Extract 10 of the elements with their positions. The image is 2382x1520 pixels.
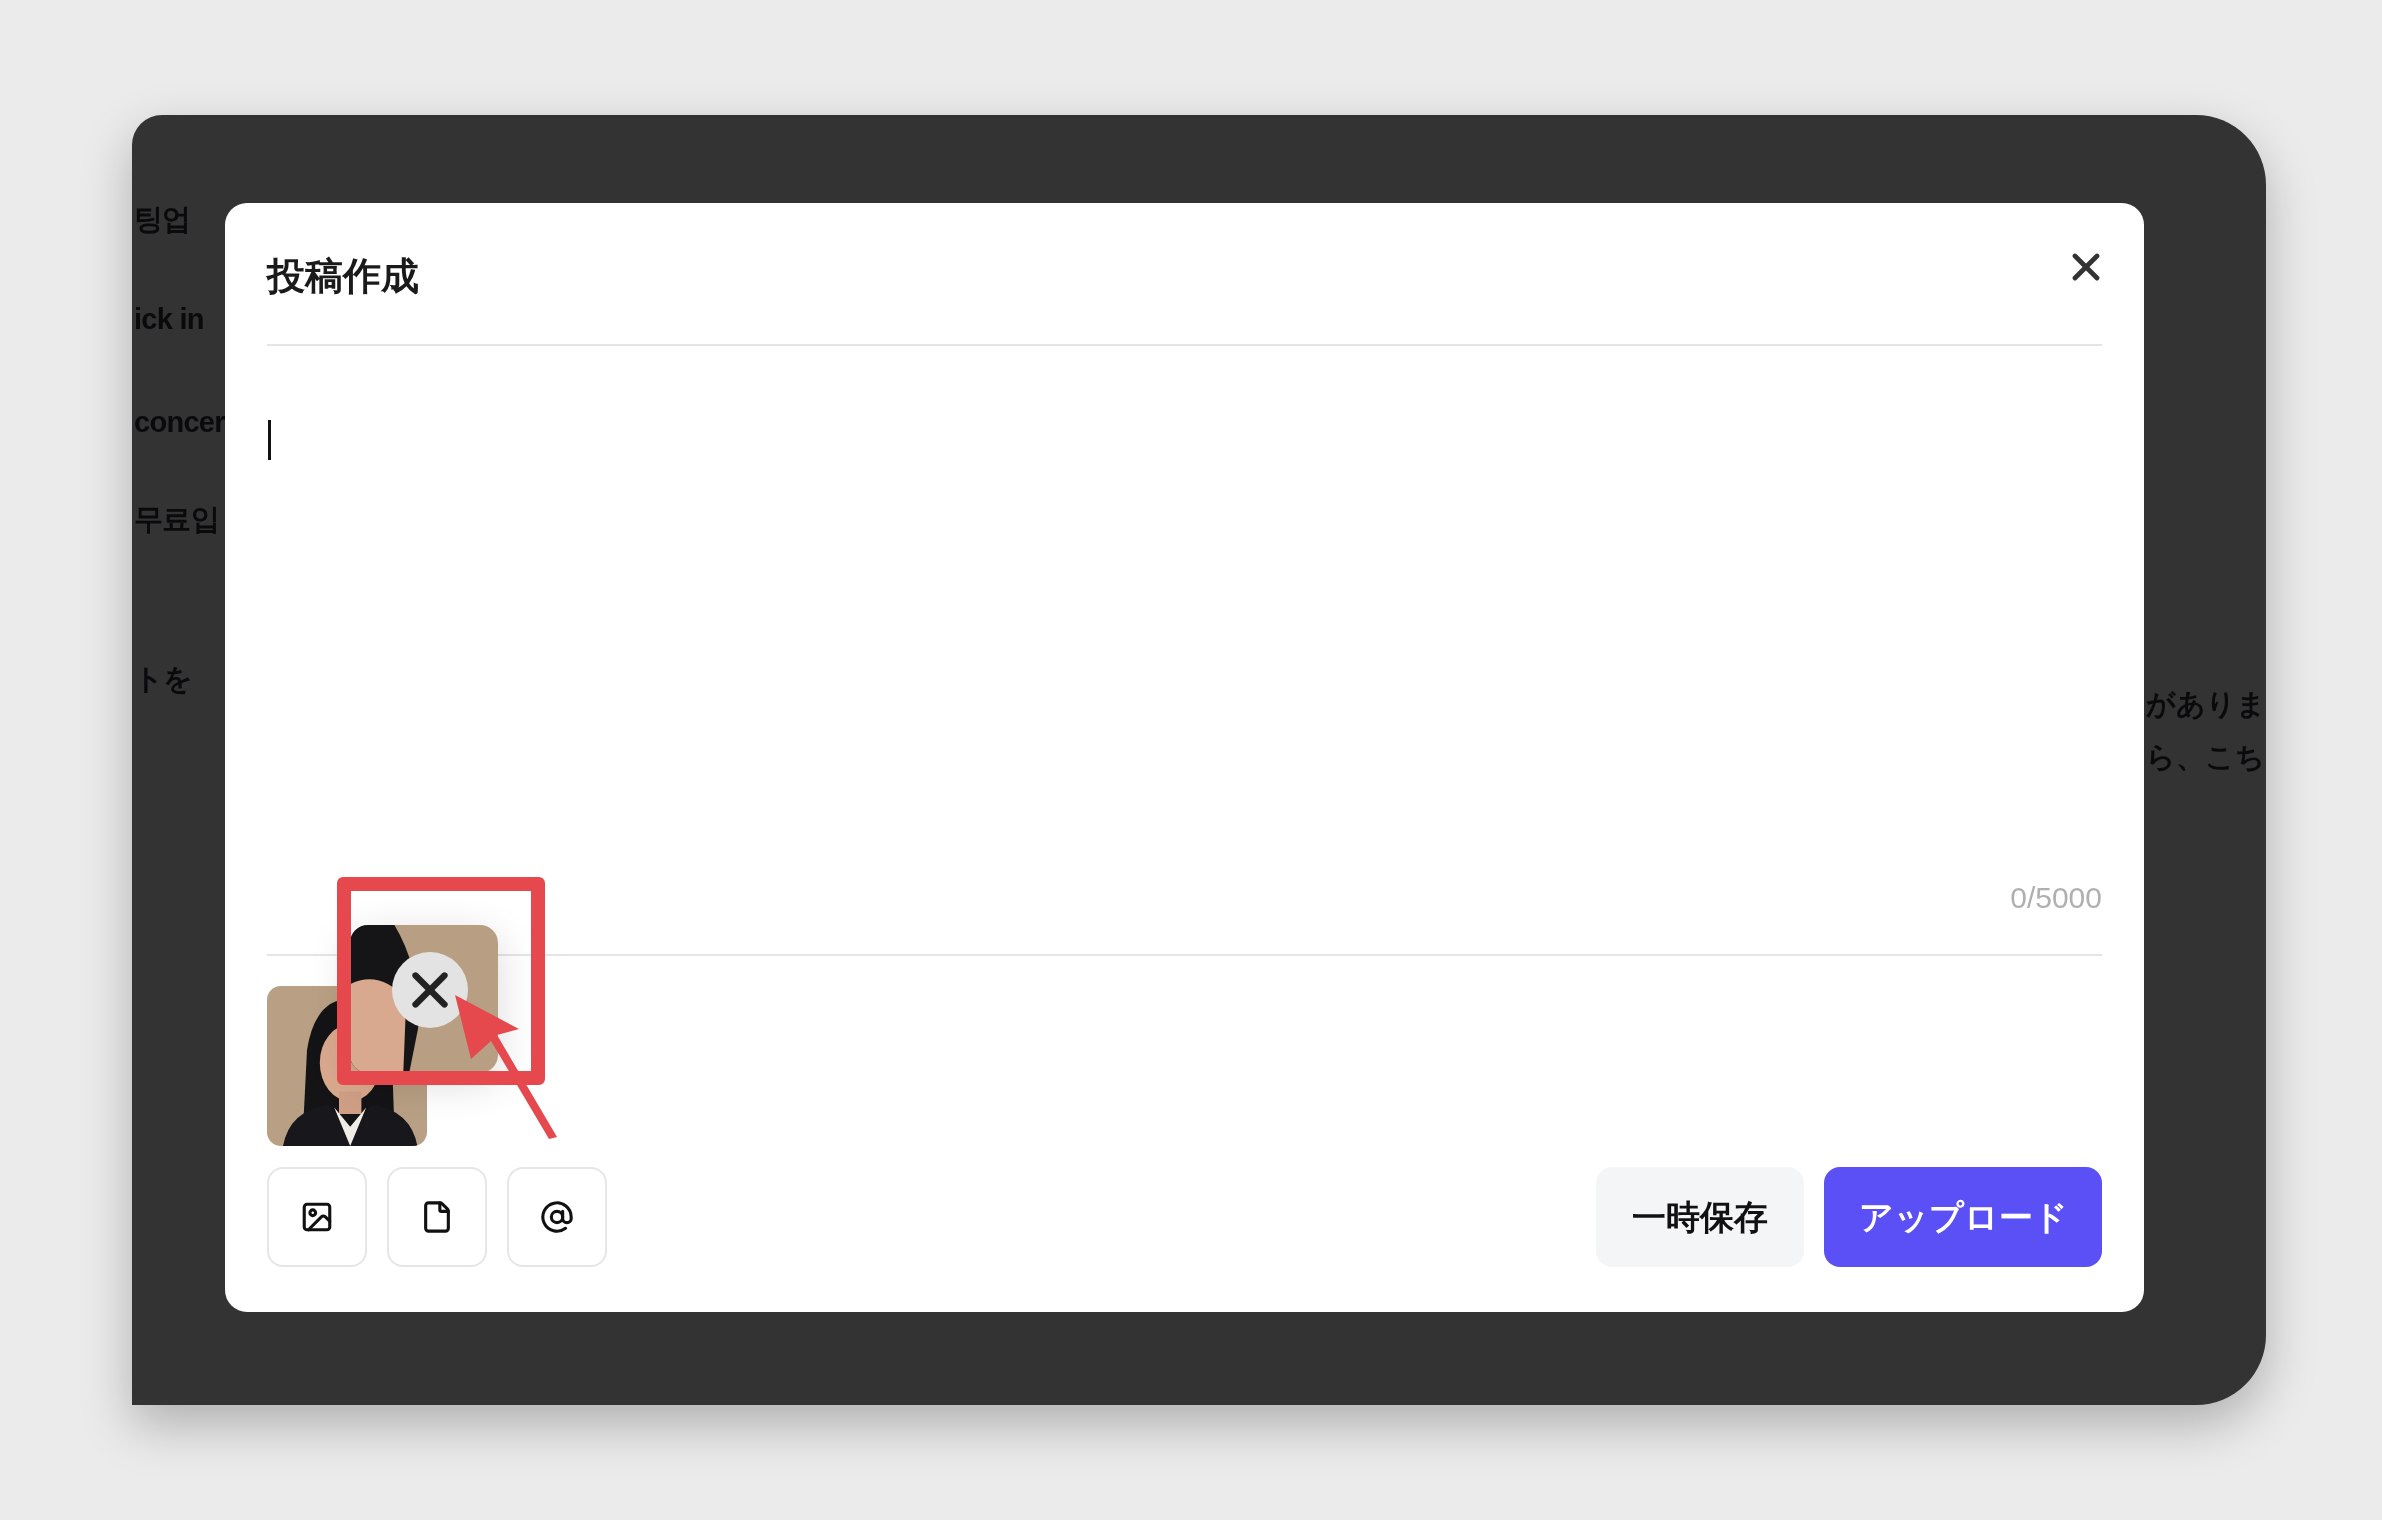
at-sign-icon [540,1200,574,1234]
character-counter: 0/5000 [2010,880,2102,916]
file-button[interactable] [387,1167,487,1267]
text-cursor [268,420,271,460]
image-icon [300,1200,334,1234]
mention-button[interactable] [507,1167,607,1267]
save-draft-button[interactable]: 一時保存 [1596,1167,1804,1267]
dialog-title: 投稿作成 [267,254,419,299]
image-button[interactable] [267,1167,367,1267]
upload-button[interactable]: アップロード [1824,1167,2102,1267]
